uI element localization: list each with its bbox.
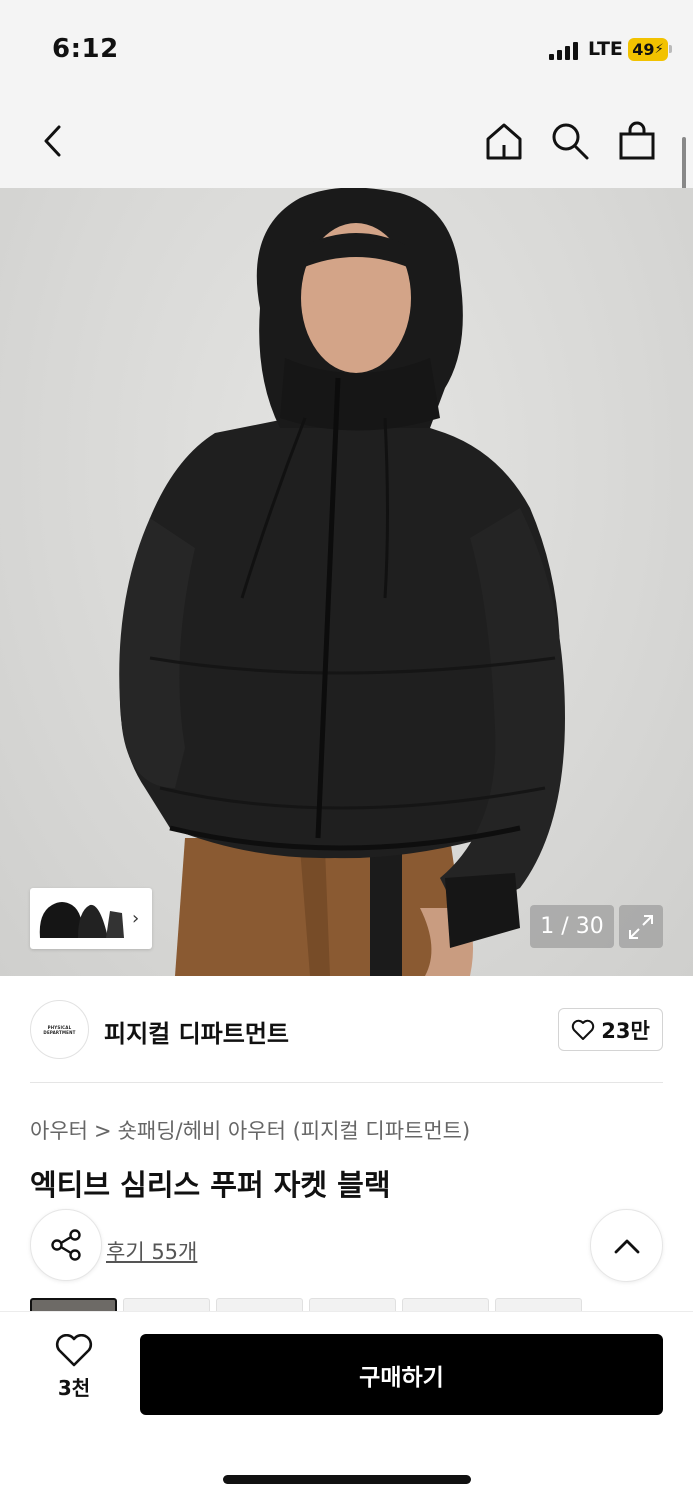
back-button[interactable] (30, 118, 76, 164)
expand-icon (629, 914, 653, 939)
chevron-up-icon (614, 1239, 639, 1253)
color-option[interactable] (30, 1298, 117, 1312)
brand-name[interactable]: 피지컬 디파트먼트 (104, 1014, 289, 1049)
brand-row[interactable]: PHYSICAL DEPARTMENT 피지컬 디파트먼트 23만 (30, 1000, 663, 1060)
product-title: 엑티브 심리스 푸퍼 자켓 블랙 (30, 1168, 391, 1202)
search-icon (552, 123, 589, 160)
product-image-gallery[interactable]: › 1 / 30 (0, 188, 693, 976)
scroll-top-button[interactable] (590, 1209, 663, 1282)
wishlist-count: 3천 (57, 1376, 91, 1400)
top-nav (0, 96, 693, 188)
reviews-link[interactable]: 후기 55개 (106, 1236, 197, 1266)
buy-button[interactable]: 구매하기 (140, 1334, 663, 1415)
battery-level: 49 (632, 40, 655, 59)
divider (30, 1082, 663, 1083)
color-option-list[interactable] (30, 1298, 582, 1312)
chevron-left-icon (44, 125, 61, 157)
brand-like-button[interactable]: 23만 (558, 1008, 663, 1051)
breadcrumb-category[interactable]: 아우터 (30, 1119, 88, 1143)
color-option[interactable] (309, 1298, 396, 1312)
heart-icon (572, 1019, 595, 1040)
status-bar: 6:12 LTE 49 ⚡ (0, 0, 693, 96)
signal-icon (549, 42, 579, 60)
shopping-bag-icon (619, 121, 655, 160)
cart-button[interactable] (614, 118, 660, 164)
breadcrumb-subcategory[interactable]: 숏패딩/헤비 아우터 (피지컬 디파트먼트) (118, 1119, 471, 1143)
color-option[interactable] (216, 1298, 303, 1312)
color-option[interactable] (495, 1298, 582, 1312)
network-label: LTE (588, 38, 623, 60)
variant-thumbnail (34, 892, 126, 945)
battery-tip (669, 45, 672, 53)
color-option[interactable] (402, 1298, 489, 1312)
battery-indicator: 49 ⚡ (628, 38, 668, 61)
breadcrumb-separator: > (93, 1119, 112, 1143)
status-time: 6:12 (52, 34, 119, 64)
home-indicator[interactable] (223, 1475, 471, 1484)
heart-icon (55, 1334, 93, 1367)
image-counter: 1 / 30 (530, 905, 614, 948)
variant-thumbnail-strip[interactable]: › (30, 888, 152, 949)
home-button[interactable] (481, 118, 527, 164)
breadcrumb: 아우터 > 숏패딩/헤비 아우터 (피지컬 디파트먼트) (30, 1115, 470, 1145)
color-option[interactable] (123, 1298, 210, 1312)
expand-button[interactable] (619, 905, 663, 948)
home-icon (486, 123, 522, 160)
brand-like-count: 23만 (601, 1018, 650, 1043)
wishlist-button[interactable]: 3천 (44, 1334, 104, 1414)
brand-logo[interactable]: PHYSICAL DEPARTMENT (30, 1000, 89, 1059)
share-icon (51, 1229, 81, 1261)
share-button[interactable] (30, 1209, 102, 1281)
product-photo (119, 188, 565, 976)
chevron-right-icon: › (132, 908, 140, 929)
search-button[interactable] (547, 118, 593, 164)
